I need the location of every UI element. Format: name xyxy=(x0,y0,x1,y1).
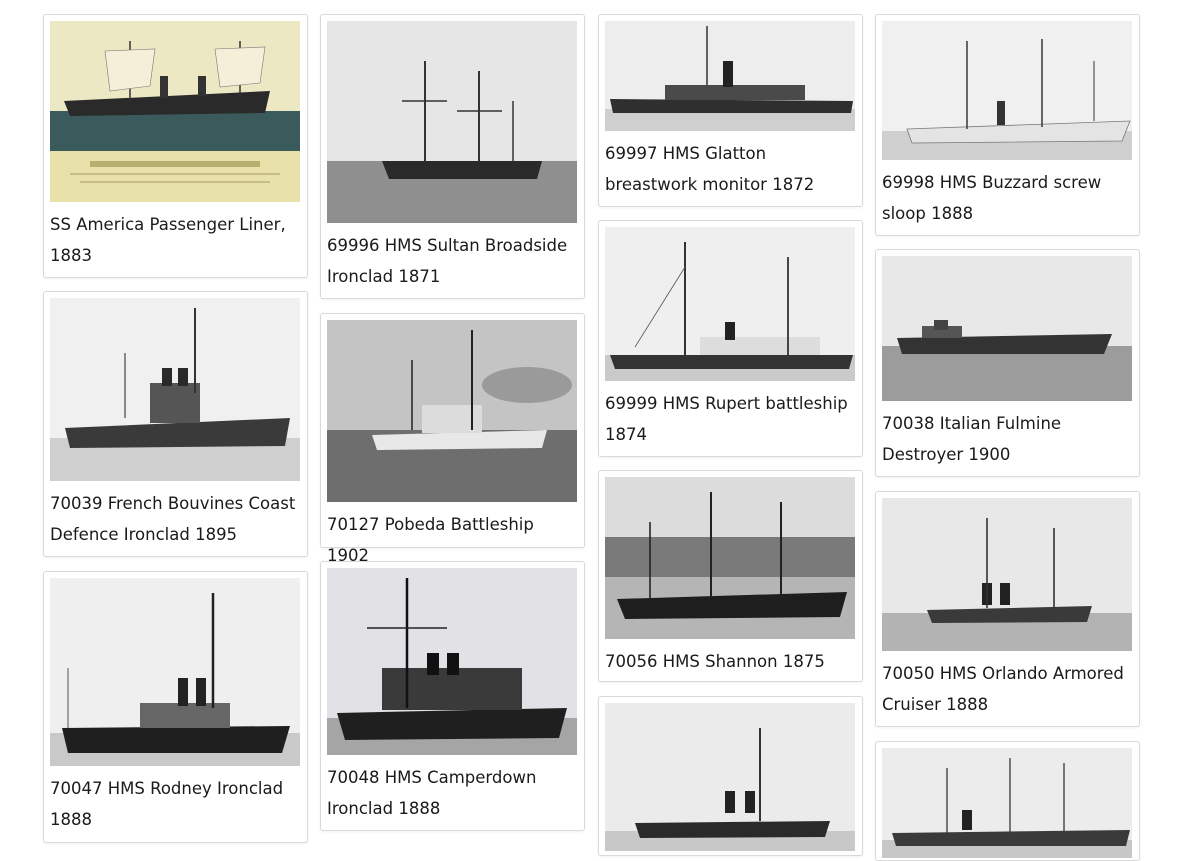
ship-caption[interactable]: 70038 Italian Fulmine Destroyer 1900 xyxy=(882,408,1133,470)
ship-caption[interactable]: 70056 HMS Shannon 1875 xyxy=(605,646,856,677)
gallery-card[interactable] xyxy=(598,696,863,856)
ship-caption[interactable]: 70047 HMS Rodney Ironclad 1888 xyxy=(50,773,301,835)
gallery-card[interactable]: 69999 HMS Rupert battleship 1874 xyxy=(598,220,863,457)
ship-photo[interactable] xyxy=(882,498,1132,651)
ship-photo[interactable] xyxy=(882,21,1132,160)
gallery-card[interactable]: 70048 HMS Camperdown Ironclad 1888 xyxy=(320,561,585,831)
gallery-card[interactable]: 70127 Pobeda Battleship 1902 xyxy=(320,313,585,565)
gallery-card[interactable]: 70039 French Bouvines Coast Defence Iron… xyxy=(43,291,308,557)
ship-photo[interactable] xyxy=(327,320,577,502)
ship-caption[interactable]: 70048 HMS Camperdown Ironclad 1888 xyxy=(327,762,578,824)
gallery-card[interactable]: 70047 HMS Rodney Ironclad 1888 xyxy=(43,571,308,843)
ship-caption[interactable]: 69999 HMS Rupert battleship 1874 xyxy=(605,388,856,450)
ship-photo[interactable] xyxy=(50,21,300,202)
ship-caption[interactable]: SS America Passenger Liner, 1883 xyxy=(50,209,301,271)
ship-photo[interactable] xyxy=(882,256,1132,401)
gallery-grid: SS America Passenger Liner, 1883 70039 F… xyxy=(0,0,1197,861)
gallery-card[interactable]: SS America Passenger Liner, 1883 xyxy=(43,14,308,278)
gallery-card[interactable]: 70050 HMS Orlando Armored Cruiser 1888 xyxy=(875,491,1140,727)
gallery-card[interactable]: 70038 Italian Fulmine Destroyer 1900 xyxy=(875,249,1140,477)
ship-caption[interactable]: 69997 HMS Glatton breastwork monitor 187… xyxy=(605,138,856,200)
gallery-card[interactable]: 69996 HMS Sultan Broadside Ironclad 1871 xyxy=(320,14,585,299)
ship-photo[interactable] xyxy=(882,748,1132,858)
ship-caption[interactable]: 70039 French Bouvines Coast Defence Iron… xyxy=(50,488,301,550)
ship-photo[interactable] xyxy=(605,477,855,639)
ship-photo[interactable] xyxy=(605,227,855,381)
ship-photo[interactable] xyxy=(327,21,577,223)
ship-photo[interactable] xyxy=(605,703,855,851)
ship-photo[interactable] xyxy=(50,298,300,481)
ship-caption[interactable]: 70050 HMS Orlando Armored Cruiser 1888 xyxy=(882,658,1133,720)
ship-photo[interactable] xyxy=(327,568,577,755)
ship-caption[interactable]: 69996 HMS Sultan Broadside Ironclad 1871 xyxy=(327,230,578,292)
ship-caption[interactable]: 69998 HMS Buzzard screw sloop 1888 xyxy=(882,167,1133,229)
ship-photo[interactable] xyxy=(50,578,300,766)
gallery-card[interactable]: 70056 HMS Shannon 1875 xyxy=(598,470,863,682)
gallery-card[interactable] xyxy=(875,741,1140,861)
gallery-card[interactable]: 69997 HMS Glatton breastwork monitor 187… xyxy=(598,14,863,207)
ship-photo[interactable] xyxy=(605,21,855,131)
gallery-card[interactable]: 69998 HMS Buzzard screw sloop 1888 xyxy=(875,14,1140,236)
